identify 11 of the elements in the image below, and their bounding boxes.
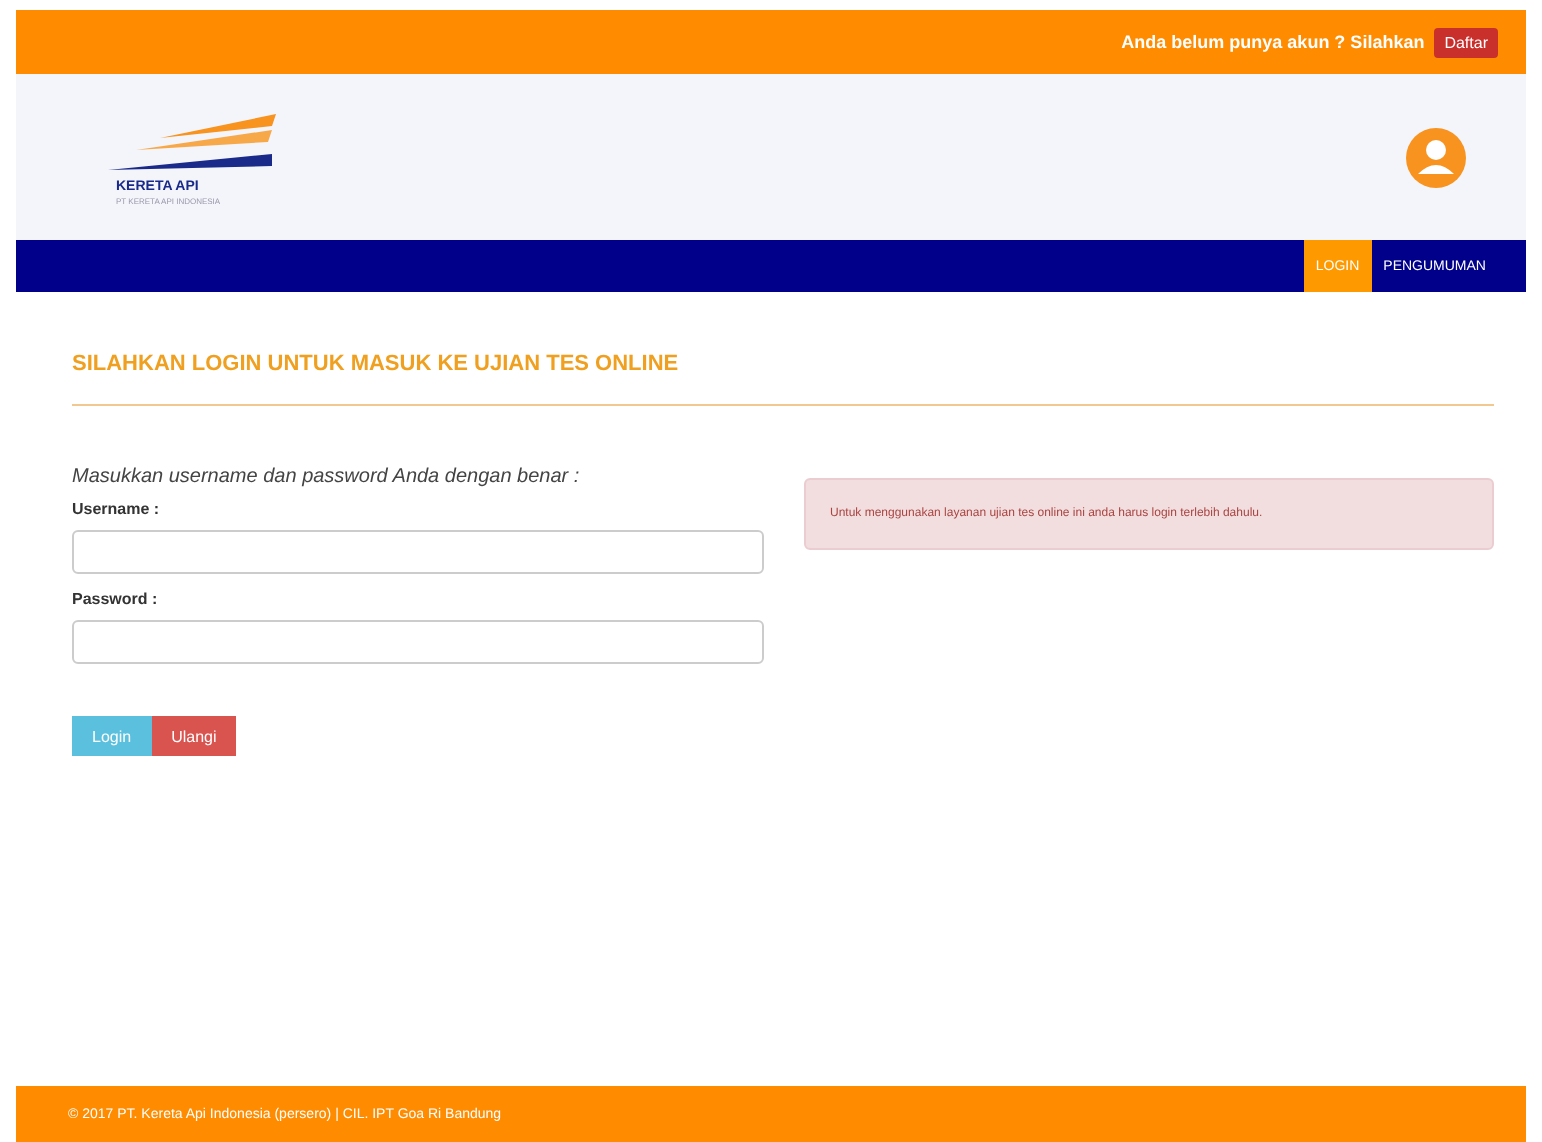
input-field[interactable] [72, 530, 764, 574]
signup-prompt: Anda belum punya akun ? Silahkan [1121, 32, 1425, 52]
field-label: Password : [72, 590, 160, 608]
signup-button[interactable]: Daftar [1434, 27, 1498, 57]
login-button[interactable]: Login [72, 716, 152, 756]
field-label: Username : [72, 500, 162, 518]
input-field[interactable] [72, 620, 764, 664]
instruction-text: Masukkan username dan password Anda dengan benar : [72, 466, 582, 488]
reset-button[interactable]: Ulangi [151, 716, 237, 756]
page-title: SILAHKAN LOGIN UNTUK MASUK KE UJIAN TES ONLINE [72, 352, 1494, 406]
user-avatar-icon[interactable] [1406, 127, 1466, 187]
